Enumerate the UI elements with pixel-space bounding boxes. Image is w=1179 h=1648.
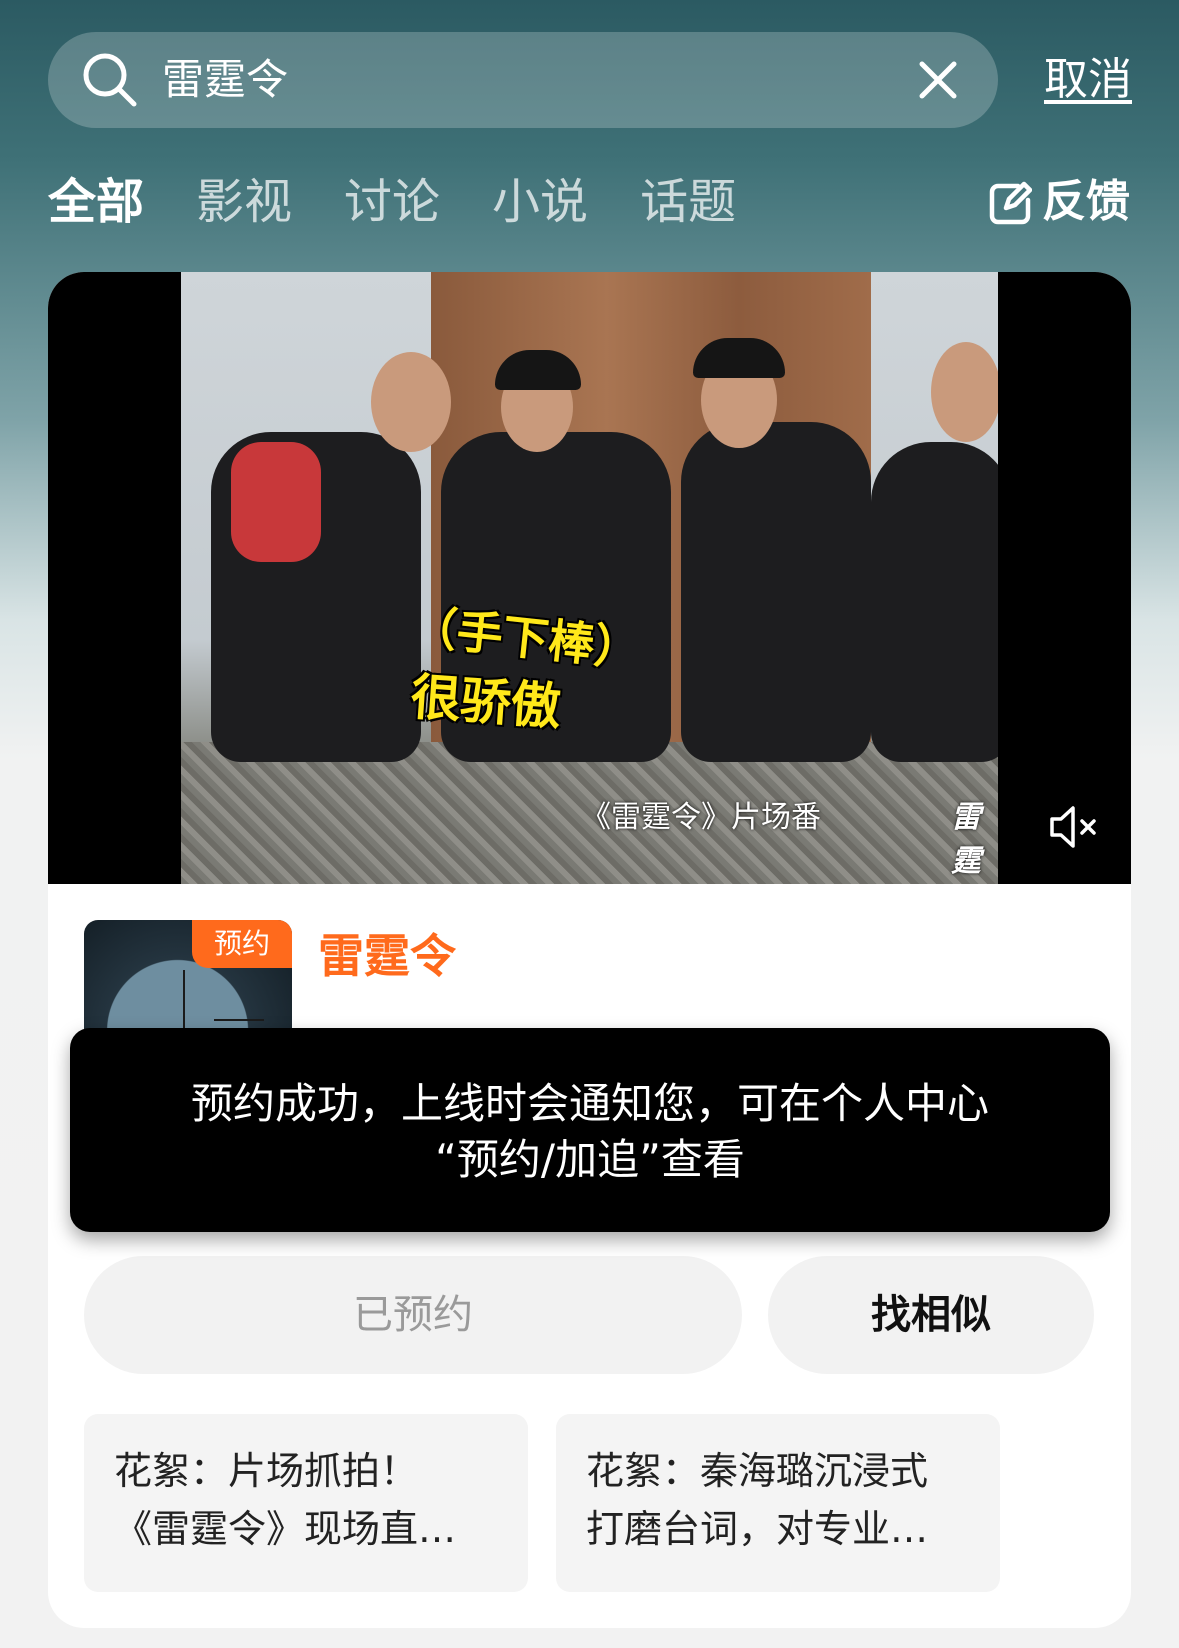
tab-discussion[interactable]: 讨论 (344, 172, 440, 232)
find-similar-button[interactable]: 找相似 (768, 1256, 1094, 1374)
feedback-button[interactable]: 反馈 (988, 172, 1130, 232)
video-caption: 《雷霆令》片场番 (581, 800, 821, 835)
person-4 (871, 442, 998, 762)
video-watermark-logo: 雷霆令 (951, 800, 981, 879)
tab-topic[interactable]: 话题 (640, 172, 736, 232)
clip-title-line2: 《雷霆令》现场直… (114, 1507, 457, 1551)
reserved-button[interactable]: 已预约 (84, 1256, 742, 1374)
clip-title-line2: 打磨台词，对专业… (586, 1507, 929, 1551)
clear-icon[interactable] (916, 58, 960, 102)
category-tabs: 全部 影视 讨论 小说 话题 (48, 172, 736, 232)
toast-line-1: 预约成功，上线时会通知您，可在个人中心 (190, 1079, 989, 1128)
mute-icon[interactable] (1048, 802, 1100, 852)
related-clip[interactable]: 花絮：片场抓拍！ 《雷霆令》现场直… (84, 1414, 528, 1592)
red-stain (231, 442, 321, 562)
toast-line-2: “预约/加追”查看 (435, 1135, 745, 1184)
related-clip[interactable]: 花絮：秦海璐沉浸式 打磨台词，对专业… (556, 1414, 1000, 1592)
cancel-button[interactable]: 取消 (1044, 52, 1132, 108)
result-card: （手下棒） 很骄傲 《雷霆令》片场番 雷霆令 预约 雷霆令 已预约 找相似 花絮… (48, 272, 1131, 1628)
head-1 (371, 352, 451, 452)
show-title[interactable]: 雷霆令 (318, 926, 456, 986)
video-frame: （手下棒） 很骄傲 《雷霆令》片场番 雷霆令 (181, 272, 998, 884)
head-4 (931, 342, 998, 442)
tab-novel[interactable]: 小说 (492, 172, 588, 232)
search-icon (83, 53, 137, 107)
video-player[interactable]: （手下棒） 很骄傲 《雷霆令》片场番 雷霆令 (48, 272, 1131, 884)
toast-message: 预约成功，上线时会通知您，可在个人中心 “预约/加追”查看 (70, 1028, 1110, 1232)
clip-title-line1: 花絮：片场抓拍！ (114, 1449, 419, 1493)
reserve-badge: 预约 (192, 920, 292, 968)
person-3 (681, 422, 871, 762)
tab-video[interactable]: 影视 (196, 172, 292, 232)
search-input[interactable]: 雷霆令 (162, 52, 288, 108)
clip-title-line1: 花絮：秦海璐沉浸式 (586, 1449, 929, 1493)
video-subtitle-2: 很骄傲 (408, 667, 563, 737)
feedback-label: 反馈 (1042, 176, 1130, 227)
tab-all[interactable]: 全部 (48, 172, 144, 232)
edit-icon (989, 181, 1032, 225)
